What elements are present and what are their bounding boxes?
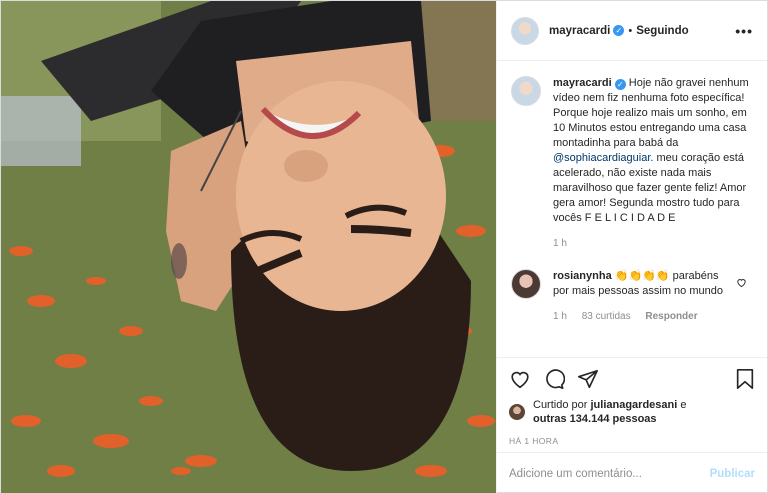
comment-meta: 1 h 83 curtidas Responder — [553, 309, 733, 324]
liker-username[interactable]: julianagardesani — [590, 399, 677, 411]
post-actions: Curtido por julianagardesani e outras 13… — [497, 357, 767, 446]
caption-mention-link[interactable]: @sophiacardiaguiar — [553, 152, 650, 164]
caption-time: 1 h — [553, 238, 567, 249]
likes-prefix: Curtido por — [533, 399, 588, 411]
add-comment-bar: Publicar — [497, 452, 767, 493]
caption-username[interactable]: mayracardi — [553, 77, 612, 89]
post-photo[interactable] — [1, 1, 496, 493]
caption-body: mayracardi ✓ Hoje não gravei nenhum vídeo… — [553, 76, 753, 251]
likes-others-link[interactable]: outras 134.144 pessoas — [533, 413, 657, 425]
verified-badge-icon: ✓ — [614, 79, 626, 90]
separator-dot: • — [628, 24, 633, 37]
save-bookmark-icon[interactable] — [735, 368, 755, 390]
author-avatar[interactable] — [511, 16, 539, 45]
likes-summary: Curtido por julianagardesani e outras 13… — [509, 398, 755, 426]
following-button[interactable]: Seguindo — [636, 25, 688, 37]
comment-item: rosianynha 👏👏👏👏 parabéns por mais pessoa… — [511, 269, 753, 324]
post-timestamp[interactable]: HÁ 1 HORA — [509, 436, 755, 446]
post-header: mayracardi ✓ • Seguindo ••• — [497, 1, 767, 61]
share-send-icon[interactable] — [577, 368, 599, 390]
comment-like-heart-icon[interactable] — [736, 277, 747, 288]
action-bar — [509, 366, 755, 392]
caption-avatar[interactable] — [511, 76, 541, 106]
photo-illustration — [1, 1, 496, 493]
verified-badge-icon: ✓ — [613, 25, 625, 36]
comments-section[interactable]: mayracardi ✓ Hoje não gravei nenhum vídeo… — [497, 62, 767, 357]
instagram-post: mayracardi ✓ • Seguindo ••• mayracardi ✓ … — [0, 0, 768, 493]
more-options-icon[interactable]: ••• — [735, 23, 753, 39]
comment-likes[interactable]: 83 curtidas — [582, 311, 631, 322]
reply-button[interactable]: Responder — [645, 311, 697, 322]
commenter-avatar[interactable] — [511, 269, 541, 299]
post-sidebar: mayracardi ✓ • Seguindo ••• mayracardi ✓ … — [496, 1, 767, 493]
comment-input[interactable] — [509, 467, 710, 480]
comment-body: rosianynha 👏👏👏👏 parabéns por mais pessoa… — [553, 269, 733, 324]
like-heart-icon[interactable] — [509, 368, 531, 390]
commenter-username[interactable]: rosianynha — [553, 270, 612, 282]
publish-button[interactable]: Publicar — [710, 468, 755, 480]
comment-emojis: 👏👏👏👏 — [614, 270, 670, 282]
liker-avatar[interactable] — [509, 404, 525, 420]
comment-time: 1 h — [553, 311, 567, 322]
comment-bubble-icon[interactable] — [543, 368, 565, 390]
author-username[interactable]: mayracardi — [549, 25, 610, 37]
caption: mayracardi ✓ Hoje não gravei nenhum vídeo… — [511, 76, 753, 251]
likes-middle: e — [680, 399, 687, 411]
